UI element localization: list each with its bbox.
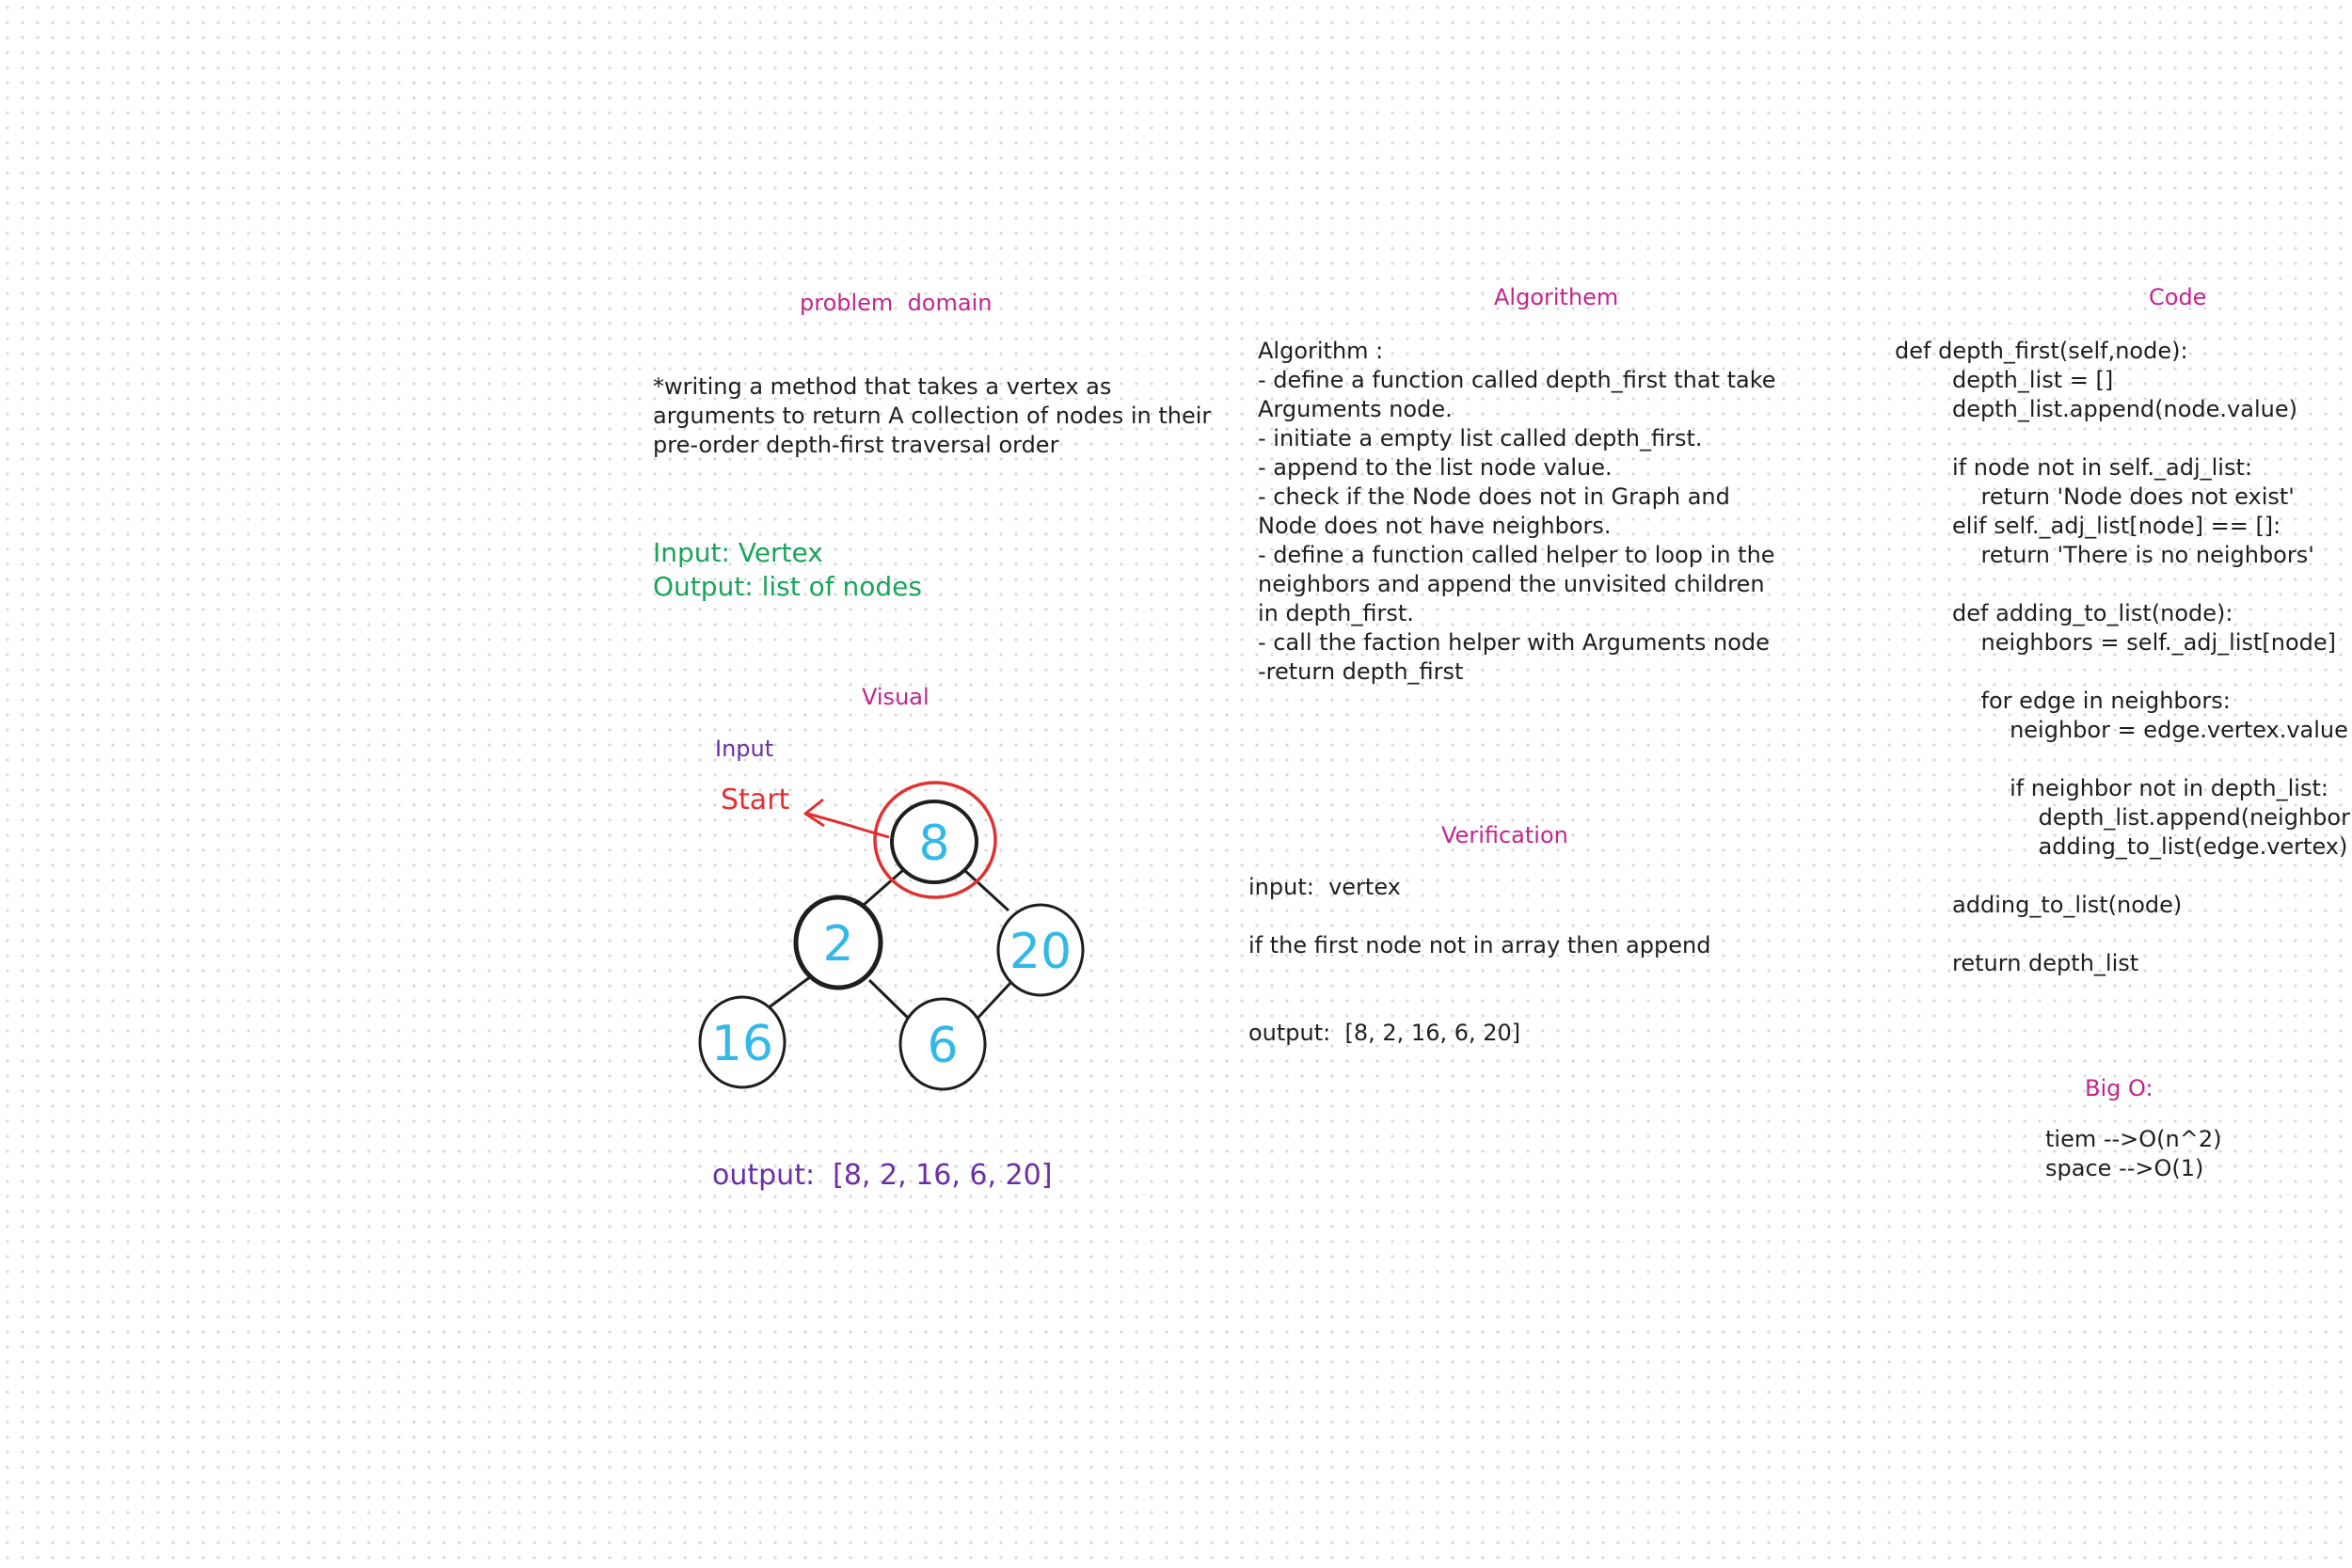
code-line: neighbors = self._adj_list[node]	[1895, 629, 2337, 656]
code-line: return depth_list	[1895, 950, 2139, 976]
verification-condition: if the first node not in array then appe…	[1248, 932, 1711, 958]
algorithm-title: Algorithem	[1494, 284, 1619, 310]
edge-2-6	[867, 978, 911, 1021]
algorithm-line: - check if the Node does not in Graph an…	[1258, 483, 1730, 510]
verification-title: Verification	[1441, 822, 1568, 848]
node-20-label: 20	[1009, 924, 1072, 980]
algorithm-line: -return depth_first	[1258, 658, 1464, 685]
big-o-time: tiem -->O(n^2)	[2045, 1126, 2222, 1152]
code-line: def adding_to_list(node):	[1895, 600, 2233, 626]
code-line: neighbor = edge.vertex.value	[1895, 717, 2348, 743]
algorithm-line: - call the faction helper with Arguments…	[1258, 629, 1770, 656]
node-6-label: 6	[927, 1018, 958, 1074]
visual-output: output: [8, 2, 16, 6, 20]	[712, 1159, 1053, 1192]
algorithm-line: neighbors and append the unvisited child…	[1258, 571, 1765, 597]
code-line: if node not in self._adj_list:	[1895, 454, 2252, 481]
node-16-label: 16	[711, 1016, 773, 1072]
code-line: def depth_first(self,node):	[1895, 338, 2188, 364]
code-title: Code	[2149, 284, 2207, 310]
code-line: return 'There is no neighbors'	[1895, 542, 2314, 568]
code-line: if neighbor not in depth_list:	[1895, 775, 2328, 801]
edge-8-2	[863, 868, 904, 907]
edge-2-16	[767, 974, 812, 1010]
verification-output: output: [8, 2, 16, 6, 20]	[1248, 1020, 1521, 1046]
code-line: for edge in neighbors:	[1895, 688, 2231, 714]
code-line: depth_list.append(node.value)	[1895, 396, 2297, 422]
algorithm-line: Node does not have neighbors.	[1258, 513, 1612, 539]
algorithm-line: - initiate a empty list called depth_fir…	[1258, 425, 1703, 451]
algorithm-line: - append to the list node value.	[1258, 454, 1613, 481]
algorithm-line: - define a function called depth_first t…	[1258, 367, 1776, 393]
code-line: return 'Node does not exist'	[1895, 483, 2295, 510]
code-line: adding_to_list(edge.vertex)	[1895, 833, 2348, 860]
big-o-title: Big O:	[2085, 1075, 2153, 1101]
verification-input: input: vertex	[1248, 874, 1401, 900]
code-line: elif self._adj_list[node] == []:	[1895, 513, 2281, 539]
code-line: adding_to_list(node)	[1895, 892, 2183, 918]
algorithm-line: Arguments node.	[1258, 396, 1453, 422]
node-8-label: 8	[918, 816, 949, 872]
algorithm-line: in depth_first.	[1258, 600, 1414, 626]
start-arrow-head	[803, 798, 825, 828]
code-line: depth_list.append(neighbor)	[1895, 804, 2352, 831]
node-2-label: 2	[822, 916, 853, 973]
code-line: depth_list = []	[1895, 367, 2114, 393]
algorithm-line: Algorithm :	[1258, 338, 1384, 364]
edge-8-20	[962, 868, 1010, 912]
big-o-space: space -->O(1)	[2045, 1155, 2204, 1181]
algorithm-line: - define a function called helper to loo…	[1258, 542, 1775, 568]
start-label: Start	[721, 784, 790, 816]
